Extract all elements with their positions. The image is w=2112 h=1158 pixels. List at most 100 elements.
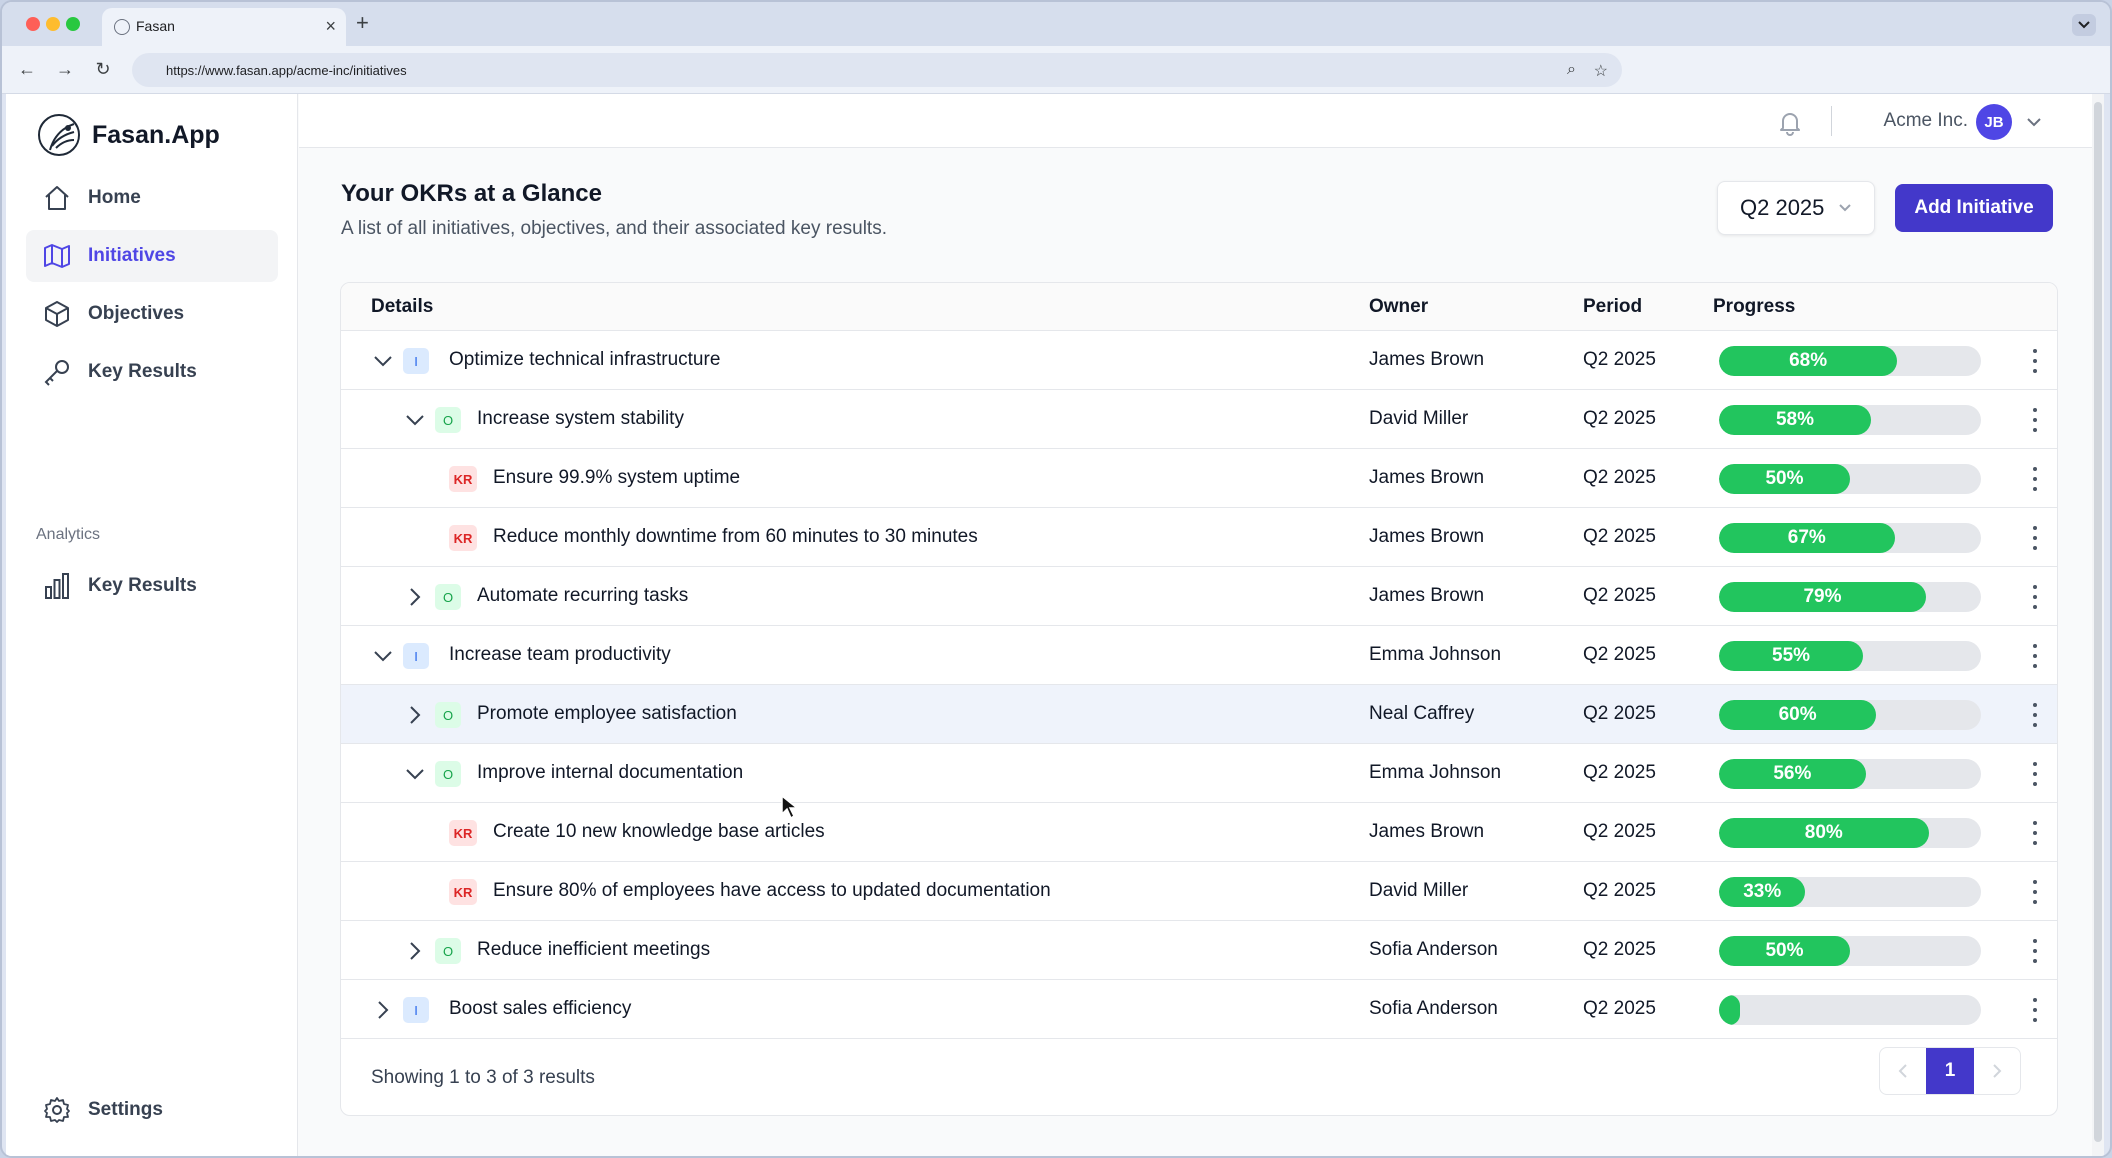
chevron-right-icon[interactable] xyxy=(371,998,395,1022)
progress-bar: 60% xyxy=(1719,700,1981,730)
chevron-down-icon[interactable] xyxy=(371,349,395,373)
more-options-icon[interactable] xyxy=(2031,408,2039,432)
minimize-window-button[interactable] xyxy=(46,17,60,31)
sidebar: Fasan.App Home Initiatives Objectives Ke… xyxy=(6,94,298,1156)
top-bar: Acme Inc. JB xyxy=(299,94,2104,148)
row-title[interactable]: Create 10 new knowledge base articles xyxy=(493,821,825,843)
sidebar-item-settings[interactable]: Settings xyxy=(26,1084,278,1136)
bar-chart-icon xyxy=(40,569,74,603)
add-initiative-button[interactable]: Add Initiative xyxy=(1895,184,2053,232)
initiative-badge: I xyxy=(403,643,429,669)
previous-page-button[interactable] xyxy=(1880,1048,1926,1094)
row-title[interactable]: Increase system stability xyxy=(477,408,684,430)
more-options-icon[interactable] xyxy=(2031,821,2039,845)
progress-bar: 56% xyxy=(1719,759,1981,789)
table-row[interactable]: O Improve internal documentation Emma John… xyxy=(341,744,2057,803)
sidebar-item-analytics-key-results[interactable]: Key Results xyxy=(26,560,278,612)
chevron-down-icon[interactable] xyxy=(2026,114,2042,132)
avatar[interactable]: JB xyxy=(1976,104,2012,140)
row-period: Q2 2025 xyxy=(1583,762,1656,783)
table-row[interactable]: KR Ensure 99.9% system uptime James Brown Q… xyxy=(341,449,2057,508)
row-owner: James Brown xyxy=(1369,526,1485,547)
row-title[interactable]: Improve internal documentation xyxy=(477,762,743,784)
table-row[interactable]: O Promote employee satisfaction Neal Caffr… xyxy=(341,685,2057,744)
more-options-icon[interactable] xyxy=(2031,349,2039,373)
more-options-icon[interactable] xyxy=(2031,644,2039,668)
row-owner: Emma Johnson xyxy=(1369,762,1502,783)
scrollbar[interactable] xyxy=(2092,94,2104,1156)
chevron-down-icon[interactable] xyxy=(403,762,427,786)
scroll-thumb[interactable] xyxy=(2094,102,2102,1142)
progress-bar: 80% xyxy=(1719,818,1981,848)
url-text[interactable]: https://www.fasan.app/acme-inc/initiativ… xyxy=(166,63,407,78)
close-window-button[interactable] xyxy=(26,17,40,31)
progress-fill: 50% xyxy=(1719,464,1850,494)
table-row[interactable]: I Increase team productivity Emma Johnson Q… xyxy=(341,626,2057,685)
org-name[interactable]: Acme Inc. xyxy=(1884,110,1968,132)
row-title[interactable]: Ensure 99.9% system uptime xyxy=(493,467,740,489)
progress-fill: 56% xyxy=(1719,759,1866,789)
row-period: Q2 2025 xyxy=(1583,821,1656,842)
more-options-icon[interactable] xyxy=(2031,467,2039,491)
more-options-icon[interactable] xyxy=(2031,585,2039,609)
back-icon[interactable]: ← xyxy=(16,58,38,80)
row-title[interactable]: Optimize technical infrastructure xyxy=(449,349,720,371)
table-row[interactable]: KR Create 10 new knowledge base articles J… xyxy=(341,803,2057,862)
chevron-down-icon xyxy=(1839,204,1851,212)
period-select-value: Q2 2025 xyxy=(1740,195,1825,220)
browser-tab[interactable]: Fasan × xyxy=(102,8,346,46)
sidebar-item-home[interactable]: Home xyxy=(26,172,278,224)
sidebar-item-objectives[interactable]: Objectives xyxy=(26,288,278,340)
table-row[interactable]: I Optimize technical infrastructure James … xyxy=(341,331,2057,390)
zoom-icon[interactable]: ⌕ xyxy=(1567,61,1576,79)
progress-bar xyxy=(1719,995,1981,1025)
sidebar-item-initiatives[interactable]: Initiatives xyxy=(26,230,278,282)
chevron-down-icon[interactable] xyxy=(371,644,395,668)
table-row[interactable]: O Reduce inefficient meetings Sofia Anders… xyxy=(341,921,2057,980)
table-row[interactable]: O Increase system stability David Miller Q2… xyxy=(341,390,2057,449)
browser-toolbar: ← → ↻ https://www.fasan.app/acme-inc/ini… xyxy=(2,46,2110,94)
row-title[interactable]: Reduce inefficient meetings xyxy=(477,939,710,961)
row-title[interactable]: Boost sales efficiency xyxy=(449,998,631,1020)
more-options-icon[interactable] xyxy=(2031,998,2039,1022)
logo[interactable]: Fasan.App xyxy=(38,114,220,156)
table-row[interactable]: I Boost sales efficiency Sofia Anderson Q2 … xyxy=(341,980,2057,1039)
bookmark-star-icon[interactable]: ☆ xyxy=(1594,61,1608,81)
row-title[interactable]: Ensure 80% of employees have access to u… xyxy=(493,880,1051,902)
table-row[interactable]: KR Reduce monthly downtime from 60 minute… xyxy=(341,508,2057,567)
more-options-icon[interactable] xyxy=(2031,703,2039,727)
tab-list-button[interactable] xyxy=(2072,14,2096,36)
chevron-right-icon[interactable] xyxy=(403,585,427,609)
forward-icon[interactable]: → xyxy=(54,58,76,80)
table-row[interactable]: KR Ensure 80% of employees have access to… xyxy=(341,862,2057,921)
new-tab-icon[interactable]: + xyxy=(356,11,369,35)
next-page-button[interactable] xyxy=(1974,1048,2020,1094)
table-row[interactable]: O Automate recurring tasks James Brown Q2 2… xyxy=(341,567,2057,626)
bell-icon[interactable] xyxy=(1776,108,1804,141)
more-options-icon[interactable] xyxy=(2031,762,2039,786)
sidebar-item-key-results[interactable]: Key Results xyxy=(26,346,278,398)
chevron-right-icon[interactable] xyxy=(403,939,427,963)
row-period: Q2 2025 xyxy=(1583,349,1656,370)
progress-fill: 60% xyxy=(1719,700,1877,730)
page-button-current[interactable]: 1 xyxy=(1926,1048,1974,1094)
row-title[interactable]: Increase team productivity xyxy=(449,644,671,666)
address-bar[interactable]: https://www.fasan.app/acme-inc/initiativ… xyxy=(132,53,1622,87)
more-options-icon[interactable] xyxy=(2031,939,2039,963)
row-title[interactable]: Reduce monthly downtime from 60 minutes … xyxy=(493,526,978,548)
more-options-icon[interactable] xyxy=(2031,880,2039,904)
period-select[interactable]: Q2 2025 xyxy=(1717,181,1875,235)
more-options-icon[interactable] xyxy=(2031,526,2039,550)
row-title[interactable]: Promote employee satisfaction xyxy=(477,703,737,725)
row-owner: James Brown xyxy=(1369,585,1485,606)
row-title[interactable]: Automate recurring tasks xyxy=(477,585,688,607)
logo-text: Fasan.App xyxy=(92,120,220,149)
key-result-badge: KR xyxy=(449,820,477,846)
maximize-window-button[interactable] xyxy=(66,17,80,31)
row-period: Q2 2025 xyxy=(1583,644,1656,665)
chevron-right-icon[interactable] xyxy=(403,703,427,727)
chevron-down-icon[interactable] xyxy=(403,408,427,432)
column-header-details: Details xyxy=(371,296,434,317)
reload-icon[interactable]: ↻ xyxy=(92,58,114,80)
close-tab-icon[interactable]: × xyxy=(325,16,336,36)
